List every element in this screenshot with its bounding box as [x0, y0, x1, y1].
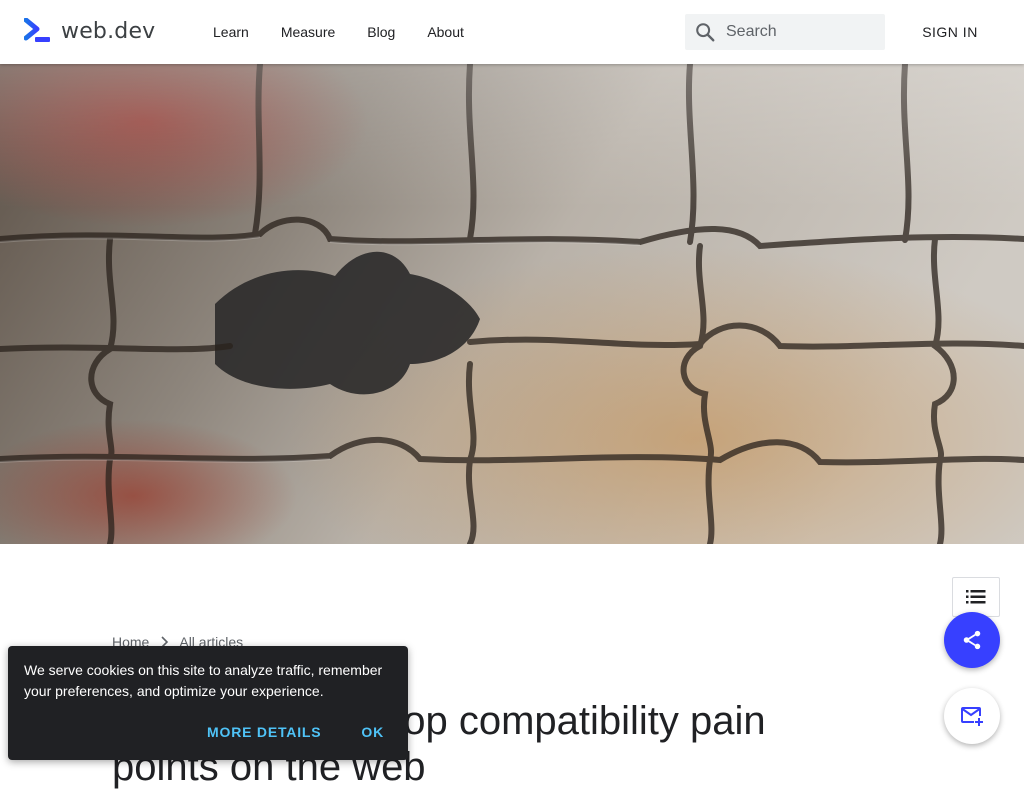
table-of-contents-button[interactable]: [952, 577, 1000, 617]
nav-learn[interactable]: Learn: [197, 24, 265, 40]
nav-about[interactable]: About: [411, 24, 480, 40]
main-nav: Learn Measure Blog About: [197, 0, 480, 64]
cookie-banner: We serve cookies on this site to analyze…: [8, 646, 408, 760]
search-box[interactable]: [685, 14, 885, 50]
cookie-ok-button[interactable]: OK: [361, 724, 384, 740]
more-details-button[interactable]: MORE DETAILS: [207, 724, 321, 740]
logo-text: web.dev: [61, 18, 156, 44]
search-icon: [696, 23, 715, 42]
sign-in-button[interactable]: SIGN IN: [908, 14, 992, 50]
cookie-actions: MORE DETAILS OK: [167, 724, 384, 740]
web-dev-logo-icon: [24, 18, 50, 42]
top-app-bar: web.dev Learn Measure Blog About SIGN IN: [0, 0, 1024, 64]
subscribe-button[interactable]: [944, 688, 1000, 744]
cookie-message: We serve cookies on this site to analyze…: [24, 662, 383, 699]
puzzle-photo: [0, 64, 1024, 544]
share-icon: [963, 630, 981, 650]
list-icon: [966, 590, 986, 604]
mail-add-icon: [961, 707, 983, 726]
share-button[interactable]: [944, 612, 1000, 668]
site-logo[interactable]: web.dev: [24, 18, 155, 44]
nav-blog[interactable]: Blog: [351, 24, 411, 40]
search-input[interactable]: [724, 22, 878, 42]
nav-measure[interactable]: Measure: [265, 24, 351, 40]
hero-image: [0, 64, 1024, 544]
